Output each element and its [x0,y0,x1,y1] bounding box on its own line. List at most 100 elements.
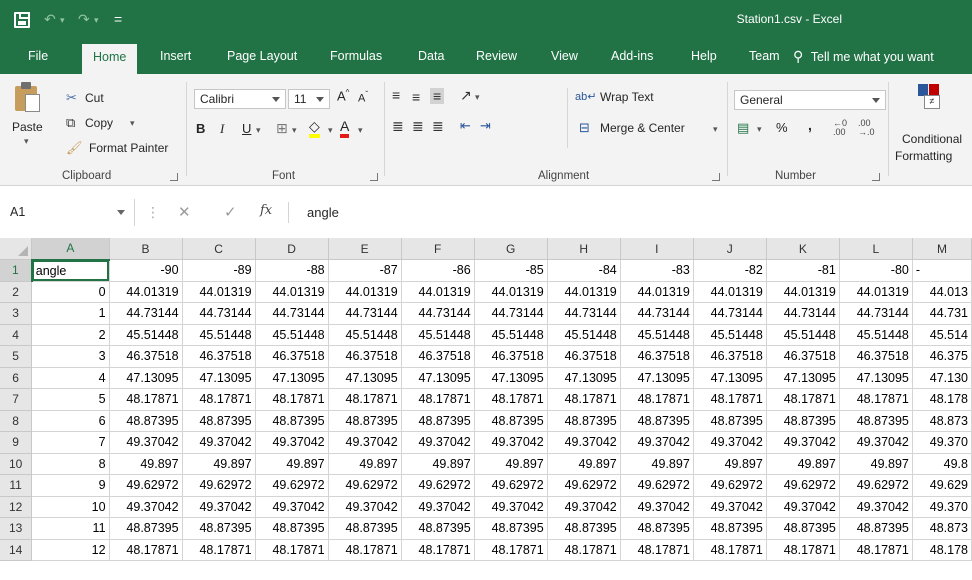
row-header-11[interactable]: 11 [0,474,33,497]
merge-center-button[interactable]: Merge & Center [600,121,685,135]
cell-c4[interactable]: 45.51448 [182,324,256,346]
cell-e6[interactable]: 47.13095 [328,367,402,389]
cell-m6[interactable]: 47.130 [912,367,972,389]
clipboard-launcher-icon[interactable] [170,173,178,181]
wrap-text-button[interactable]: Wrap Text [600,90,654,104]
cell-h8[interactable]: 48.87395 [547,410,621,432]
format-painter-button[interactable]: Format Painter [89,141,168,155]
cell-e7[interactable]: 48.17871 [328,388,402,411]
cell-j4[interactable]: 45.51448 [693,324,767,346]
cell-b5[interactable]: 46.37518 [109,345,183,368]
cell-h1[interactable]: -84 [547,259,621,282]
cell-e5[interactable]: 46.37518 [328,345,402,368]
row-header-14[interactable]: 14 [0,539,33,561]
cell-b14[interactable]: 48.17871 [109,539,183,561]
cell-k11[interactable]: 49.62972 [766,474,840,497]
align-center-icon[interactable]: ≣ [412,118,424,135]
cell-g8[interactable]: 48.87395 [474,410,548,432]
copy-dropdown-icon[interactable]: ▾ [130,118,135,129]
borders-dropdown-icon[interactable]: ▾ [292,125,297,136]
cell-c10[interactable]: 49.897 [182,453,256,475]
cell-b4[interactable]: 45.51448 [109,324,183,346]
cell-m10[interactable]: 49.8 [912,453,972,475]
bold-button[interactable]: B [196,121,205,136]
cell-f3[interactable]: 44.73144 [401,302,475,325]
number-format-dropdown[interactable]: General [734,90,886,110]
cell-a2[interactable]: 0 [31,281,110,303]
column-header-f[interactable]: F [401,238,475,260]
column-header-g[interactable]: G [474,238,548,260]
cell-m14[interactable]: 48.178 [912,539,972,561]
align-left-icon[interactable]: ≣ [392,118,404,135]
cell-l12[interactable]: 49.37042 [839,496,913,518]
cell-d14[interactable]: 48.17871 [255,539,329,561]
row-header-13[interactable]: 13 [0,517,33,540]
fill-color-icon[interactable]: ◇ [309,118,320,138]
align-middle-icon[interactable]: ≡ [412,89,420,105]
cell-f8[interactable]: 48.87395 [401,410,475,432]
cell-g1[interactable]: -85 [474,259,548,282]
cell-h7[interactable]: 48.17871 [547,388,621,411]
cell-b1[interactable]: -90 [109,259,183,282]
increase-decimal-icon[interactable]: ←0.00 [833,119,847,137]
row-header-12[interactable]: 12 [0,496,33,518]
cell-m3[interactable]: 44.731 [912,302,972,325]
number-launcher-icon[interactable] [872,173,880,181]
cell-e2[interactable]: 44.01319 [328,281,402,303]
merge-dropdown-icon[interactable]: ▾ [713,124,718,135]
cell-g5[interactable]: 46.37518 [474,345,548,368]
cell-f11[interactable]: 49.62972 [401,474,475,497]
cell-a1[interactable]: angle [31,259,110,282]
tab-home[interactable]: Home [82,44,138,74]
cell-c8[interactable]: 48.87395 [182,410,256,432]
cell-b6[interactable]: 47.13095 [109,367,183,389]
cell-f13[interactable]: 48.87395 [401,517,475,540]
cell-j1[interactable]: -82 [693,259,767,282]
cell-l9[interactable]: 49.37042 [839,431,913,454]
cell-h9[interactable]: 49.37042 [547,431,621,454]
cell-i3[interactable]: 44.73144 [620,302,694,325]
cell-j5[interactable]: 46.37518 [693,345,767,368]
decrease-font-size-icon[interactable]: Aˇ [358,90,368,105]
cell-h10[interactable]: 49.897 [547,453,621,475]
cell-h4[interactable]: 45.51448 [547,324,621,346]
cell-h6[interactable]: 47.13095 [547,367,621,389]
cell-l3[interactable]: 44.73144 [839,302,913,325]
tab-page-layout[interactable]: Page Layout [227,49,297,63]
copy-button[interactable]: Copy [85,116,113,130]
cell-c1[interactable]: -89 [182,259,256,282]
cell-g6[interactable]: 47.13095 [474,367,548,389]
cell-f14[interactable]: 48.17871 [401,539,475,561]
row-header-2[interactable]: 2 [0,281,33,303]
cell-k9[interactable]: 49.37042 [766,431,840,454]
cell-h3[interactable]: 44.73144 [547,302,621,325]
tab-formulas[interactable]: Formulas [330,49,382,63]
cell-a5[interactable]: 3 [31,345,110,368]
column-header-j[interactable]: J [693,238,767,260]
cell-g13[interactable]: 48.87395 [474,517,548,540]
align-top-icon[interactable]: ≡ [392,87,400,103]
cell-f1[interactable]: -86 [401,259,475,282]
accounting-format-icon[interactable]: ▤ [737,120,749,136]
cell-d11[interactable]: 49.62972 [255,474,329,497]
cell-i11[interactable]: 49.62972 [620,474,694,497]
cell-b13[interactable]: 48.87395 [109,517,183,540]
cell-a12[interactable]: 10 [31,496,110,518]
cell-k13[interactable]: 48.87395 [766,517,840,540]
cell-k12[interactable]: 49.37042 [766,496,840,518]
cell-i7[interactable]: 48.17871 [620,388,694,411]
cell-k6[interactable]: 47.13095 [766,367,840,389]
cell-l1[interactable]: -80 [839,259,913,282]
cell-b2[interactable]: 44.01319 [109,281,183,303]
accounting-dropdown-icon[interactable]: ▾ [757,124,762,135]
column-header-m[interactable]: M [912,238,972,260]
column-header-a[interactable]: A [31,238,110,261]
row-header-8[interactable]: 8 [0,410,33,432]
cell-m2[interactable]: 44.013 [912,281,972,303]
cell-d7[interactable]: 48.17871 [255,388,329,411]
cell-d12[interactable]: 49.37042 [255,496,329,518]
cell-d4[interactable]: 45.51448 [255,324,329,346]
font-color-icon[interactable]: A [340,118,350,138]
cell-g11[interactable]: 49.62972 [474,474,548,497]
italic-button[interactable]: I [220,121,224,137]
